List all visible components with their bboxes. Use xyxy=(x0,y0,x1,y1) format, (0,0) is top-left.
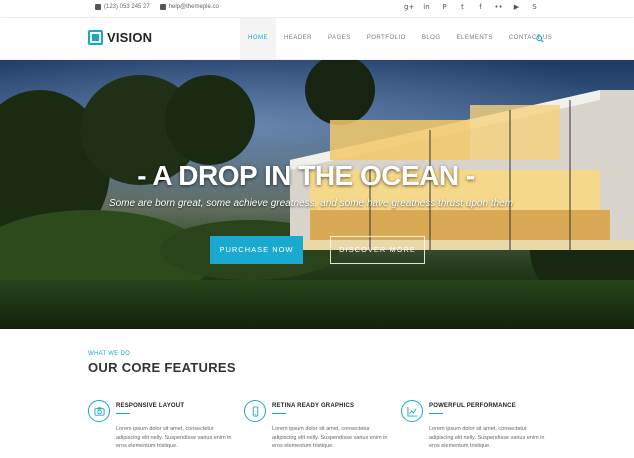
feature-text: Lorem ipsum dolor sit amet, consectetur … xyxy=(429,426,545,449)
nav-portfolio[interactable]: PORTFOLIO xyxy=(359,18,414,59)
feature-divider xyxy=(272,413,286,414)
chart-icon xyxy=(401,400,423,422)
nav-elements[interactable]: ELEMENTS xyxy=(449,18,501,59)
logo-text: VISION xyxy=(107,30,153,45)
hero-title: - A DROP IN THE OCEAN - xyxy=(137,160,475,191)
email-address: help@themeple.co xyxy=(168,4,219,10)
nav-contact-us[interactable]: CONTACT US xyxy=(501,18,560,59)
main-nav: HOME HEADER PAGES PORTFOLIO BLOG ELEMENT… xyxy=(240,18,560,59)
phone-contact[interactable]: (123) 053 245 27 xyxy=(95,4,150,10)
nav-header[interactable]: HEADER xyxy=(276,18,320,59)
logo-mark-icon xyxy=(88,30,103,45)
google-plus-icon[interactable]: g+ xyxy=(404,3,414,12)
hero-lawn xyxy=(0,280,634,329)
phone-icon xyxy=(244,400,266,422)
feature-title: RETINA READY GRAPHICS xyxy=(272,403,355,409)
feature-divider xyxy=(116,413,130,414)
phone-number: (123) 053 245 27 xyxy=(104,4,150,10)
linkedin-icon[interactable]: in xyxy=(422,3,431,12)
contact-info: (123) 053 245 27 help@themeple.co xyxy=(95,4,219,10)
feature-divider xyxy=(429,413,443,414)
purchase-now-button[interactable]: PURCHASE NOW xyxy=(210,236,303,264)
hero-subtitle: Some are born great, some achieve greatn… xyxy=(108,198,514,209)
feature-title: RESPONSIVE LAYOUT xyxy=(116,403,185,409)
nav-blog[interactable]: BLOG xyxy=(414,18,449,59)
discover-more-button[interactable]: DISCOVER MORE xyxy=(330,236,425,264)
youtube-icon[interactable]: ▶ xyxy=(512,3,521,12)
site-header: VISION HOME HEADER PAGES PORTFOLIO BLOG … xyxy=(0,18,634,59)
flickr-icon[interactable]: •• xyxy=(494,3,503,12)
pinterest-icon[interactable]: P xyxy=(440,3,449,12)
feature-item: POWERFUL PERFORMANCE Lorem ipsum dolor s… xyxy=(401,400,551,458)
logo[interactable]: VISION xyxy=(88,30,152,45)
section-title: OUR CORE FEATURES xyxy=(88,360,236,375)
social-links: g+ in P t f •• ▶ S xyxy=(404,3,539,12)
email-contact[interactable]: help@themeple.co xyxy=(159,4,219,10)
search-icon[interactable] xyxy=(536,35,544,43)
facebook-icon[interactable]: f xyxy=(476,3,485,12)
features-section: WHAT WE DO OUR CORE FEATURES RESPONSIVE … xyxy=(0,329,634,458)
nav-pages[interactable]: PAGES xyxy=(320,18,359,59)
camera-icon xyxy=(88,400,110,422)
feature-item: RESPONSIVE LAYOUT Lorem ipsum dolor sit … xyxy=(88,400,238,458)
skype-icon[interactable]: S xyxy=(530,3,539,12)
phone-icon xyxy=(95,4,101,10)
hero-house-image xyxy=(290,90,634,250)
feature-text: Lorem ipsum dolor sit amet, consectetur … xyxy=(272,426,388,449)
top-bar: (123) 053 245 27 help@themeple.co g+ in … xyxy=(0,0,634,18)
feature-text: Lorem ipsum dolor sit amet, consectetur … xyxy=(116,426,232,449)
feature-item: RETINA READY GRAPHICS Lorem ipsum dolor … xyxy=(244,400,394,458)
section-eyebrow: WHAT WE DO xyxy=(88,351,131,357)
twitter-icon[interactable]: t xyxy=(458,3,467,12)
envelope-icon xyxy=(159,4,166,10)
hero-slider: - A DROP IN THE OCEAN - Some are born gr… xyxy=(0,60,634,329)
nav-home[interactable]: HOME xyxy=(240,18,276,59)
feature-title: POWERFUL PERFORMANCE xyxy=(429,403,516,409)
